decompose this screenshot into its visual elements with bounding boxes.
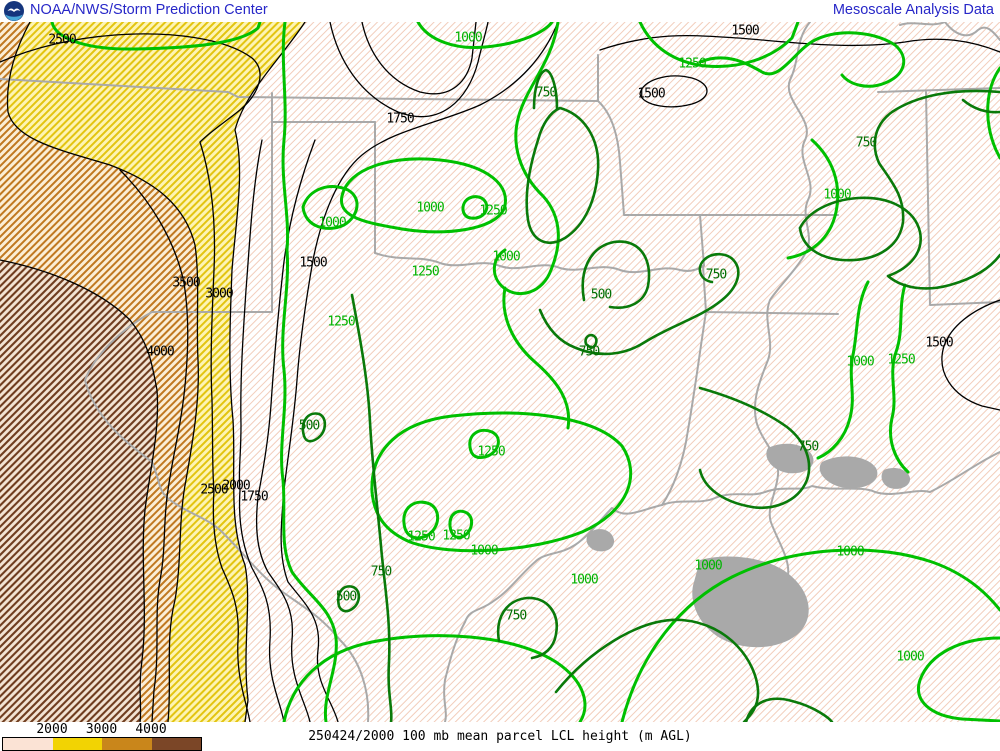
region-over-4000 xyxy=(0,260,158,722)
page-header: NOAA/NWS/Storm Prediction Center Mesosca… xyxy=(0,0,1000,22)
spc-header-link[interactable]: NOAA/NWS/Storm Prediction Center xyxy=(30,2,268,18)
analysis-map-image[interactable] xyxy=(0,0,1000,750)
map-caption: 250424/2000 100 mb mean parcel LCL heigh… xyxy=(0,729,1000,744)
mesoscale-analysis-title[interactable]: Mesoscale Analysis Data xyxy=(833,2,994,18)
bottom-bar: 200030004000 250424/2000 100 mb mean par… xyxy=(0,722,1000,750)
noaa-logo-icon xyxy=(4,1,24,21)
